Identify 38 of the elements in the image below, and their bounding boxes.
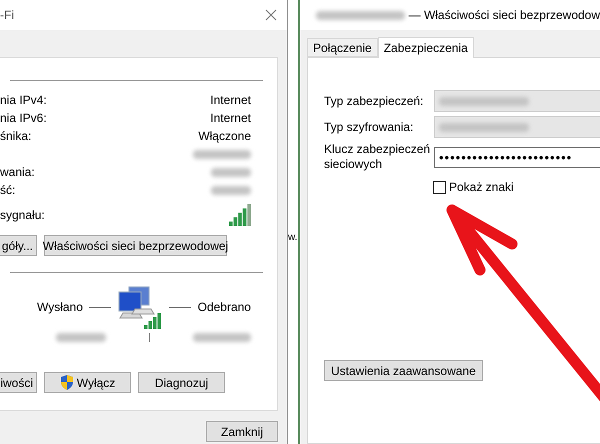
- sent-label: Wysłano: [37, 300, 83, 314]
- dialog-button[interactable]: Wyłącz: [44, 372, 131, 393]
- received-label: Odebrano: [198, 300, 251, 314]
- detail-label: sygnału:: [0, 208, 45, 222]
- redacted-value: [193, 150, 251, 158]
- detail-label: nia IPv4:: [0, 93, 47, 107]
- close-button[interactable]: Zamknij: [206, 421, 278, 442]
- shield-icon: [60, 375, 74, 390]
- password-field[interactable]: ••••••••••••••••••••••••: [434, 146, 600, 168]
- field-label: Typ szyfrowania:: [324, 120, 414, 134]
- signal-strength-icon: [229, 203, 251, 227]
- checkbox-label[interactable]: Pokaż znaki: [449, 180, 514, 194]
- detail-label: wania:: [0, 165, 35, 179]
- dialog-button[interactable]: iwości: [0, 372, 37, 393]
- field-label: Klucz zabezpieczeń sieciowych: [324, 142, 432, 172]
- detail-value: Internet: [210, 111, 251, 125]
- field-label: Typ zabezpieczeń:: [324, 94, 424, 108]
- detail-value: Włączone: [198, 129, 251, 143]
- dialog-button[interactable]: Właściwości sieci bezprzewodowej: [44, 235, 227, 256]
- redacted-value: [211, 168, 251, 176]
- network-computers-icon: [117, 285, 164, 329]
- background-text: w.: [288, 232, 298, 243]
- window-title: — Właściwości sieci bezprzewodow: [408, 8, 600, 22]
- detail-label: nia IPv6:: [0, 111, 47, 125]
- advanced-settings-button[interactable]: Ustawienia zaawansowane: [324, 360, 483, 381]
- detail-label: ść:: [0, 183, 16, 197]
- redacted-value: [56, 333, 106, 342]
- window-title: -Fi: [0, 8, 14, 22]
- dialog-button[interactable]: góły...: [0, 235, 37, 256]
- redacted-value: [193, 333, 251, 342]
- tab[interactable]: Zabezpieczenia: [378, 37, 474, 58]
- tab[interactable]: Połączenie: [307, 38, 378, 57]
- close-icon[interactable]: [265, 9, 277, 21]
- redacted-value: [211, 186, 251, 194]
- detail-label: śnika:: [0, 129, 32, 143]
- detail-value: Internet: [210, 93, 251, 107]
- dialog-button[interactable]: Diagnozuj: [138, 372, 225, 393]
- checkbox[interactable]: [433, 180, 446, 194]
